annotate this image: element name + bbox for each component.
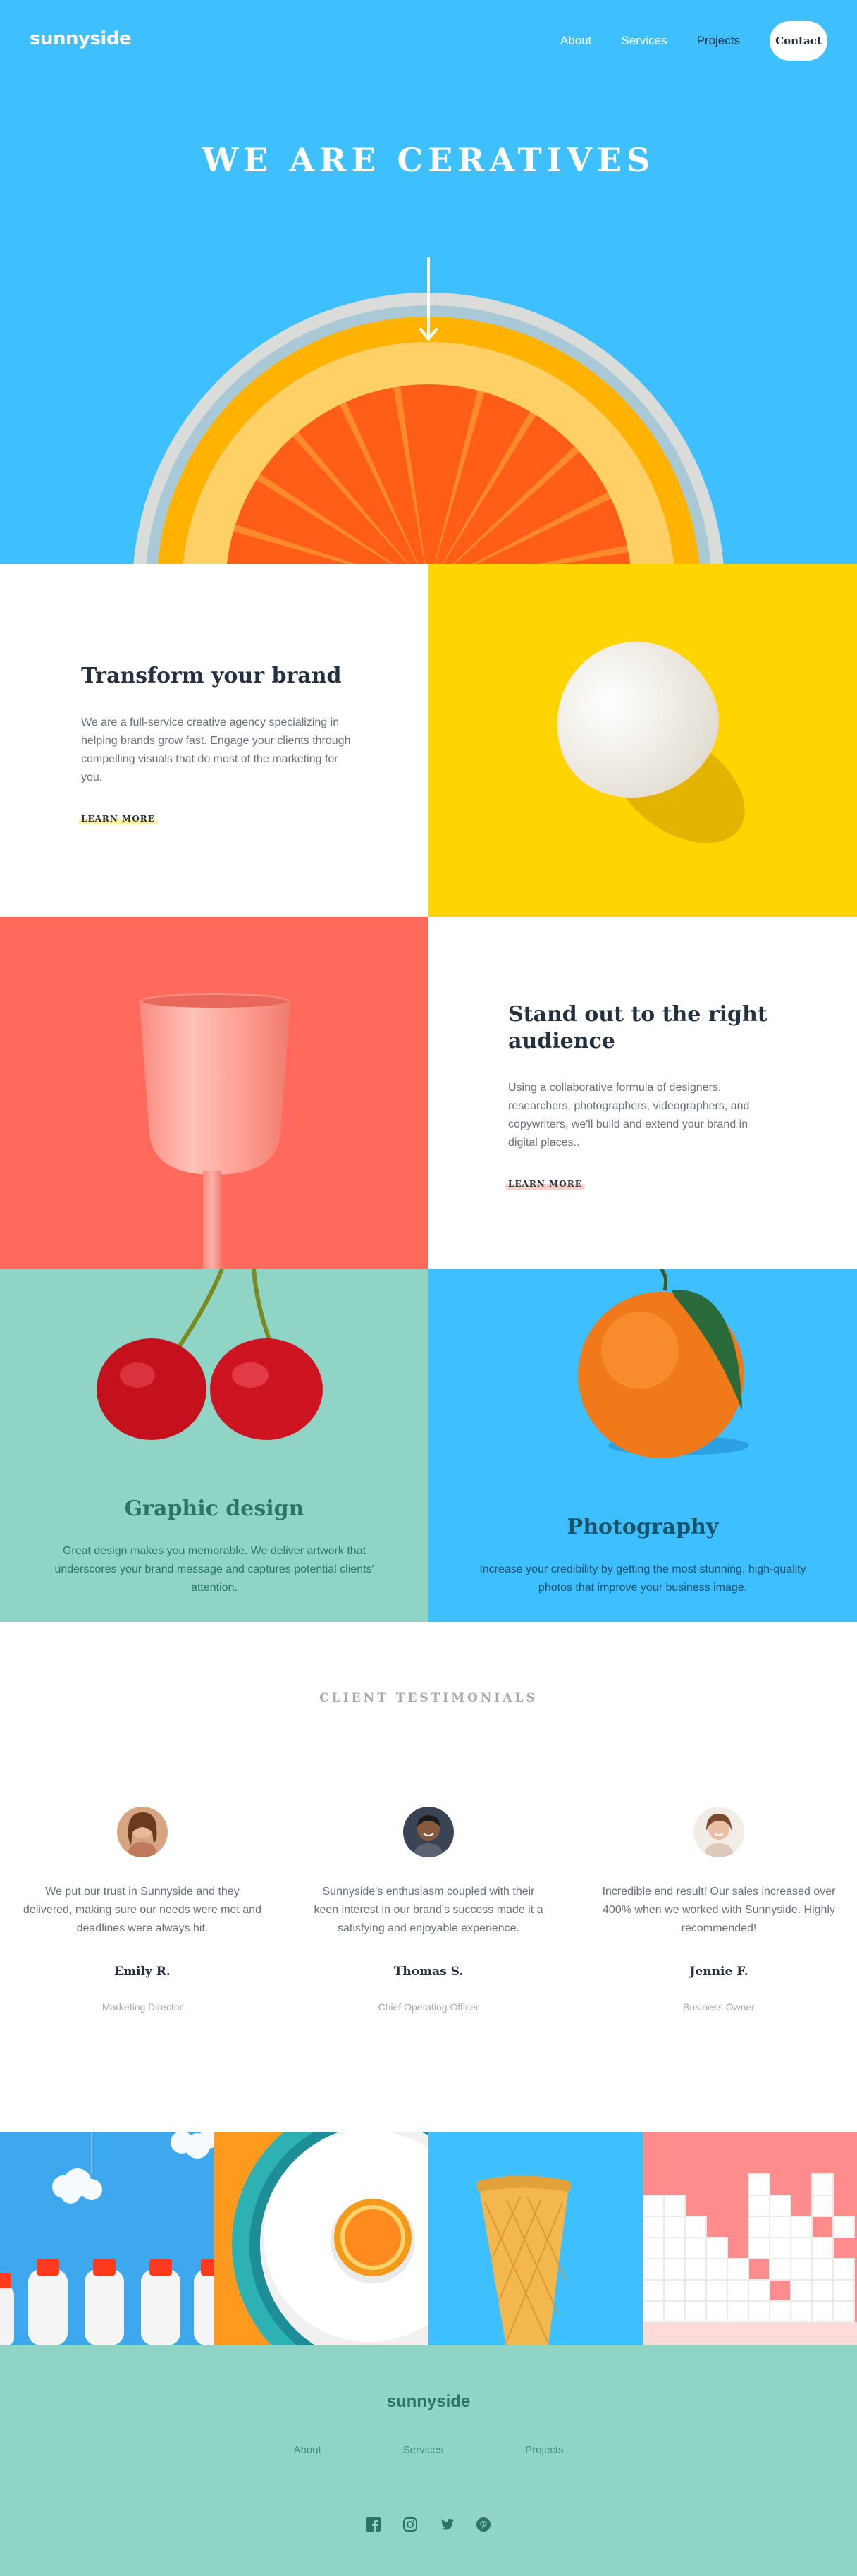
testimonial-role: Business Owner: [683, 2001, 755, 2013]
social-links: [0, 2516, 857, 2533]
hero-section: sunnyside About Services Projects Contac…: [0, 0, 857, 564]
cherries-illustration: [97, 1269, 323, 1440]
service-title: Graphic design: [124, 1496, 304, 1521]
testimonial-quote: Incredible end result! Our sales increas…: [602, 1886, 836, 1934]
facebook-icon[interactable]: [365, 2516, 382, 2533]
testimonial-role: Chief Operating Officer: [378, 2001, 479, 2013]
scroll-down-arrow-icon[interactable]: [419, 257, 438, 342]
testimonials-heading: CLIENT TESTIMONIALS: [319, 1691, 538, 1705]
gallery-milk-bottles: [0, 2132, 214, 2345]
testimonial-card: We put our trust in Sunnyside and they d…: [19, 1807, 266, 2013]
testimonial-name: Emily R.: [114, 1965, 171, 1979]
learn-more-link[interactable]: LEARN MORE: [505, 1179, 585, 1190]
feature-title: Transform your brand: [81, 664, 342, 688]
testimonial-name: Jennie F.: [689, 1965, 748, 1979]
footer-logo[interactable]: sunnyside: [0, 2392, 857, 2412]
testimonial-quote: We put our trust in Sunnyside and they d…: [23, 1886, 261, 1934]
twitter-icon[interactable]: [438, 2516, 455, 2533]
avatar: [117, 1807, 168, 1857]
services-row: Graphic design Great design makes you me…: [0, 1269, 857, 1622]
orange-illustration: [578, 1269, 749, 1458]
feature-title: Stand out to the right audience: [508, 1002, 767, 1054]
nav-link-services[interactable]: Services: [621, 34, 667, 48]
footer-links: About Services Projects: [0, 2444, 857, 2456]
feature-text: Using a collaborative formula of designe…: [508, 1082, 750, 1149]
testimonial-quote: Sunnyside's enthusiasm coupled with thei…: [314, 1886, 543, 1934]
gallery-ice-cream-cone: [428, 2132, 643, 2345]
feature-text-transform: Transform your brand We are a full-servi…: [0, 564, 428, 917]
nav-link-about[interactable]: About: [560, 34, 591, 48]
feature-row-transform: Transform your brand We are a full-servi…: [0, 564, 857, 917]
service-title: Photography: [567, 1515, 719, 1539]
main-nav: sunnyside About Services Projects Contac…: [0, 21, 857, 61]
testimonial-card: Incredible end result! Our sales increas…: [596, 1807, 842, 2013]
testimonial-name: Thomas S.: [393, 1965, 464, 1979]
instagram-icon[interactable]: [402, 2516, 419, 2533]
feature-row-standout: Stand out to the right audience Using a …: [0, 917, 857, 1269]
footer-link-about[interactable]: About: [294, 2444, 321, 2456]
hero-title: WE ARE CERATIVES: [202, 141, 655, 179]
testimonials-section: CLIENT TESTIMONIALS We put our trust in …: [0, 1622, 857, 2132]
glass-cup-illustration: [140, 993, 290, 1175]
service-text: Increase your credibility by getting the…: [479, 1563, 806, 1594]
site-logo[interactable]: sunnyside: [30, 28, 132, 49]
feature-text: We are a full-service creative agency sp…: [81, 716, 351, 783]
avatar: [693, 1807, 744, 1857]
footer-link-services[interactable]: Services: [403, 2444, 444, 2456]
gallery-orange-plate: [214, 2132, 428, 2345]
nav-links: About Services Projects Contact: [560, 21, 827, 61]
feature-text-standout: Stand out to the right audience Using a …: [428, 917, 857, 1269]
testimonial-role: Marketing Director: [101, 2001, 183, 2013]
footer-link-projects[interactable]: Projects: [525, 2444, 563, 2456]
egg-image: [428, 564, 857, 917]
site-footer: sunnyside About Services Projects: [0, 2345, 857, 2576]
service-card-graphic-design: Graphic design Great design makes you me…: [0, 1269, 428, 1622]
contact-button[interactable]: Contact: [770, 21, 827, 61]
glass-image: [0, 917, 428, 1269]
learn-more-link[interactable]: LEARN MORE: [78, 814, 158, 824]
testimonial-card: Sunnyside's enthusiasm coupled with thei…: [305, 1807, 552, 2013]
gallery-section: [0, 2132, 857, 2345]
avatar: [403, 1807, 454, 1857]
gallery-sugar-cubes: [643, 2132, 857, 2345]
nav-link-projects[interactable]: Projects: [697, 34, 740, 48]
service-card-photography: Photography Increase your credibility by…: [428, 1269, 857, 1622]
glass-stem: [203, 1171, 221, 1269]
service-text: Great design makes you memorable. We del…: [54, 1545, 374, 1594]
pinterest-icon[interactable]: [475, 2516, 492, 2533]
